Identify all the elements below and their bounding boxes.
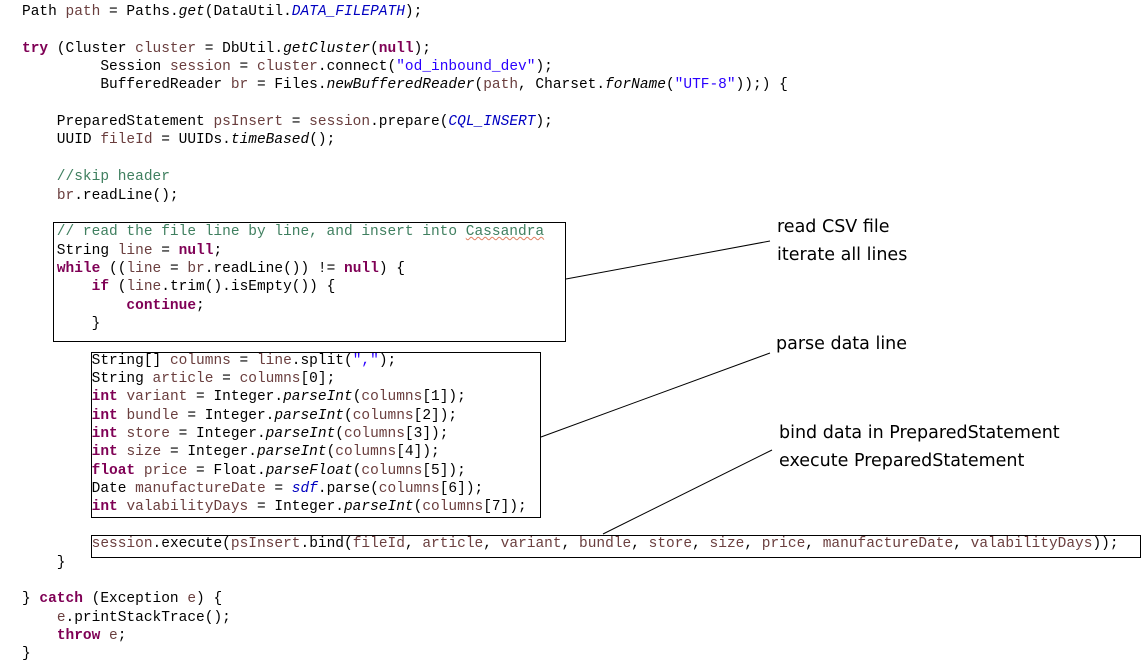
callout-line-bind bbox=[602, 449, 773, 535]
annotation-text: iterate all lines bbox=[777, 245, 908, 265]
annotation-text: read CSV file bbox=[777, 217, 890, 237]
annotation-text: execute PreparedStatement bbox=[779, 451, 1025, 471]
annotation-text: bind data in PreparedStatement bbox=[779, 423, 1060, 443]
annotation-read-loop: read CSV file iterate all lines bbox=[777, 213, 907, 269]
callout-line-parse bbox=[540, 352, 771, 438]
annotation-bind: bind data in PreparedStatement execute P… bbox=[779, 419, 1060, 475]
callout-lines bbox=[540, 240, 773, 535]
annotation-parse: parse data line bbox=[776, 330, 907, 358]
callout-line-read bbox=[565, 240, 771, 280]
annotation-text: parse data line bbox=[776, 334, 908, 354]
